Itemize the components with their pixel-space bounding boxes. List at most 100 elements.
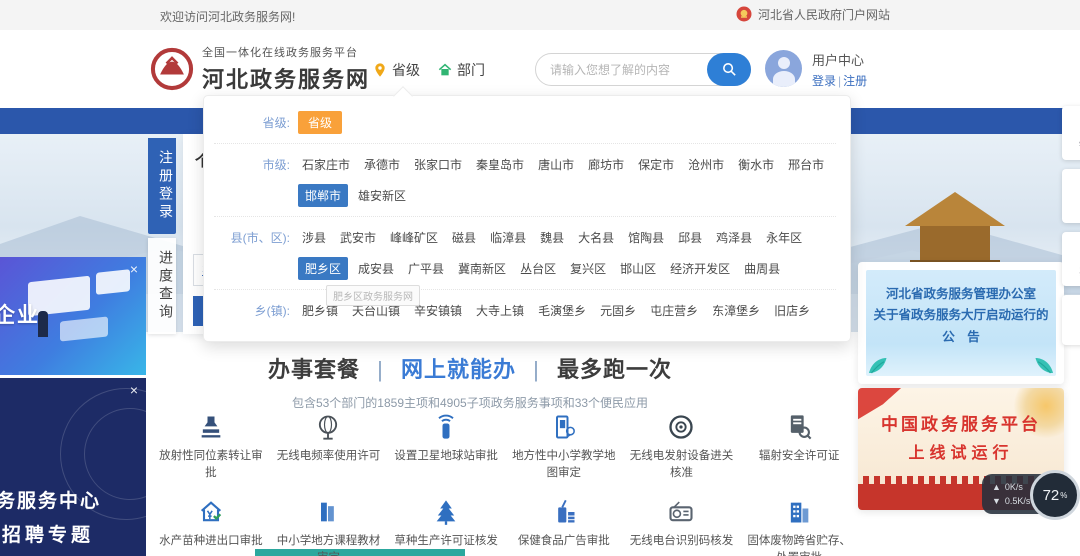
illustration-screen [60, 316, 108, 341]
region-item[interactable]: 毛演堡乡 [534, 299, 590, 322]
service-item[interactable]: 水产苗种进出口审批 [152, 493, 270, 556]
region-item[interactable]: 雄安新区 [354, 184, 410, 207]
region-item[interactable]: 冀南新区 [454, 257, 510, 280]
region-item[interactable]: 磁县 [448, 226, 480, 249]
hero-headline: 办事套餐 | 网上就能办 | 最多跑一次 包含53个部门的1859主项和4905… [235, 352, 705, 411]
region-item[interactable]: 涉县 [298, 226, 330, 249]
rail-item[interactable]: 智能问答 [1062, 106, 1080, 160]
register-link[interactable]: 注册 [843, 74, 867, 88]
region-item[interactable]: 曲周县 [740, 257, 784, 280]
rail-item[interactable]: TOP [1062, 295, 1080, 345]
region-item[interactable]: 屯庄营乡 [646, 299, 702, 322]
gov-portal-link[interactable]: 河北省人民政府门户网站 [735, 5, 890, 23]
region-item[interactable]: 省级 [298, 111, 342, 134]
service-item[interactable]: 无线电频率使用许可 [270, 408, 388, 487]
region-item[interactable]: 东漳堡乡 [708, 299, 764, 322]
notice-card[interactable]: 河北省政务服务管理办公室 关于省政务服务大厅启动运行的 公 告 [858, 262, 1064, 384]
disc-icon [667, 413, 695, 441]
region-item[interactable]: 复兴区 [566, 257, 610, 280]
region-item[interactable]: 永年区 [762, 226, 806, 249]
region-item[interactable]: 经济开发区 [666, 257, 734, 280]
region-item[interactable]: 大名县 [574, 226, 618, 249]
region-item[interactable]: 旧店乡 [770, 299, 814, 322]
promo-banner-recruitment[interactable]: 务服务中心 招聘专题 × [0, 378, 146, 556]
rail-item[interactable]: 实施清单 [1062, 232, 1080, 286]
search-icon [721, 61, 738, 78]
nav-department-label: 部门 [457, 60, 485, 80]
region-item[interactable]: 馆陶县 [624, 226, 668, 249]
close-icon[interactable]: × [130, 261, 138, 277]
page: 欢迎访问河北政务服务网! 河北省人民政府门户网站 全国一体化在线政务服务平台 河… [0, 0, 1080, 556]
service-item[interactable]: 保健食品广告审批 [505, 493, 623, 556]
notice-line: 河北省政务服务管理办公室 [866, 284, 1056, 305]
region-item[interactable]: 峰峰矿区 [386, 226, 442, 249]
region-item[interactable]: 承德市 [360, 153, 404, 176]
promo-banner-enterprise[interactable]: 企业 × [0, 257, 146, 375]
service-label: 草种生产许可证核发 [389, 533, 503, 550]
service-item[interactable]: 无线电发射设备进关核准 [623, 408, 741, 487]
region-item[interactable]: 大寺上镇 [472, 299, 528, 322]
nav-department[interactable]: 部门 [437, 60, 485, 80]
region-row-label: 乡(镇): [214, 299, 290, 322]
down-arrow-icon: ▼ [992, 494, 1001, 508]
search-box [535, 53, 751, 86]
region-item[interactable]: 武安市 [336, 226, 380, 249]
nav-region-level[interactable]: 省级 [372, 60, 420, 80]
region-item[interactable]: 秦皇岛市 [472, 153, 528, 176]
region-item[interactable]: 临漳县 [486, 226, 530, 249]
battery-level-badge: 72% [1030, 470, 1080, 520]
service-item[interactable]: 放射性同位素转让审批 [152, 408, 270, 487]
search-button[interactable] [707, 53, 751, 86]
service-label: 固体废物跨省贮存、处置审批 [742, 533, 856, 556]
site-logo: 全国一体化在线政务服务平台 河北政务服务网 [150, 44, 370, 94]
service-label: 地方性中小学教学地图审定 [507, 448, 621, 483]
region-item[interactable]: 廊坊市 [584, 153, 628, 176]
service-item[interactable]: 辐射安全许可证 [740, 408, 858, 487]
service-item[interactable]: 无线电台识别码核发 [623, 493, 741, 556]
region-item[interactable]: 保定市 [634, 153, 678, 176]
service-label: 无线电频率使用许可 [271, 448, 385, 465]
login-link[interactable]: 登录 [812, 74, 836, 88]
stamp-icon [197, 413, 225, 441]
region-item[interactable]: 邱县 [674, 226, 706, 249]
home-icon [437, 62, 453, 78]
tab-register-login[interactable]: 注册登录 [148, 138, 176, 234]
banner-line: 上线试运行 [858, 439, 1064, 463]
region-item[interactable]: 元固乡 [596, 299, 640, 322]
headline-part2: 网上就能办 [401, 357, 516, 382]
region-item[interactable]: 邯郸市 [298, 184, 348, 207]
rail-item[interactable]: 目录清单 [1062, 169, 1080, 223]
region-item[interactable]: 鸡泽县 [712, 226, 756, 249]
region-item[interactable]: 魏县 [536, 226, 568, 249]
tree-icon [432, 498, 460, 526]
close-icon[interactable]: × [130, 382, 138, 398]
region-panel-rows: 省级:省级市级:石家庄市承德市张家口市秦皇岛市唐山市廊坊市保定市沧州市衡水市邢台… [214, 102, 836, 331]
avatar[interactable] [765, 50, 802, 87]
region-item[interactable]: 张家口市 [410, 153, 466, 176]
region-item[interactable]: 广平县 [404, 257, 448, 280]
service-item[interactable]: 固体废物跨省贮存、处置审批 [740, 493, 858, 556]
service-item[interactable]: 草种生产许可证核发 [387, 493, 505, 556]
region-item[interactable]: 邢台市 [784, 153, 828, 176]
region-item[interactable]: 唐山市 [534, 153, 578, 176]
site-name: 河北政务服务网 [202, 62, 370, 94]
region-item[interactable]: 邯山区 [616, 257, 660, 280]
tab-progress-query[interactable]: 进度查询 [148, 238, 176, 334]
region-item[interactable]: 衡水市 [734, 153, 778, 176]
region-item[interactable]: 成安县 [354, 257, 398, 280]
service-item[interactable]: 地方性中小学教学地图审定 [505, 408, 623, 487]
building-icon [785, 498, 813, 526]
region-item[interactable]: 丛台区 [516, 257, 560, 280]
service-item[interactable]: 中小学地方课程教材审定 [270, 493, 388, 556]
banner-line: 中国政务服务平台 [858, 410, 1064, 435]
region-item[interactable]: 肥乡区肥乡区政务服务网 [298, 257, 348, 280]
drink-icon [550, 498, 578, 526]
region-dropdown-panel: 省级:省级市级:石家庄市承德市张家口市秦皇岛市唐山市廊坊市保定市沧州市衡水市邢台… [203, 95, 851, 342]
site-emblem-icon [150, 47, 194, 91]
region-row: 县(市、区):涉县武安市峰峰矿区磁县临漳县魏县大名县馆陶县邱县鸡泽县永年区肥乡区… [214, 216, 836, 289]
region-item[interactable]: 石家庄市 [298, 153, 354, 176]
satellite-remote-icon [432, 413, 460, 441]
region-item[interactable]: 沧州市 [684, 153, 728, 176]
notice-line: 公 告 [866, 327, 1056, 348]
service-item[interactable]: 设置卫星地球站审批 [387, 408, 505, 487]
